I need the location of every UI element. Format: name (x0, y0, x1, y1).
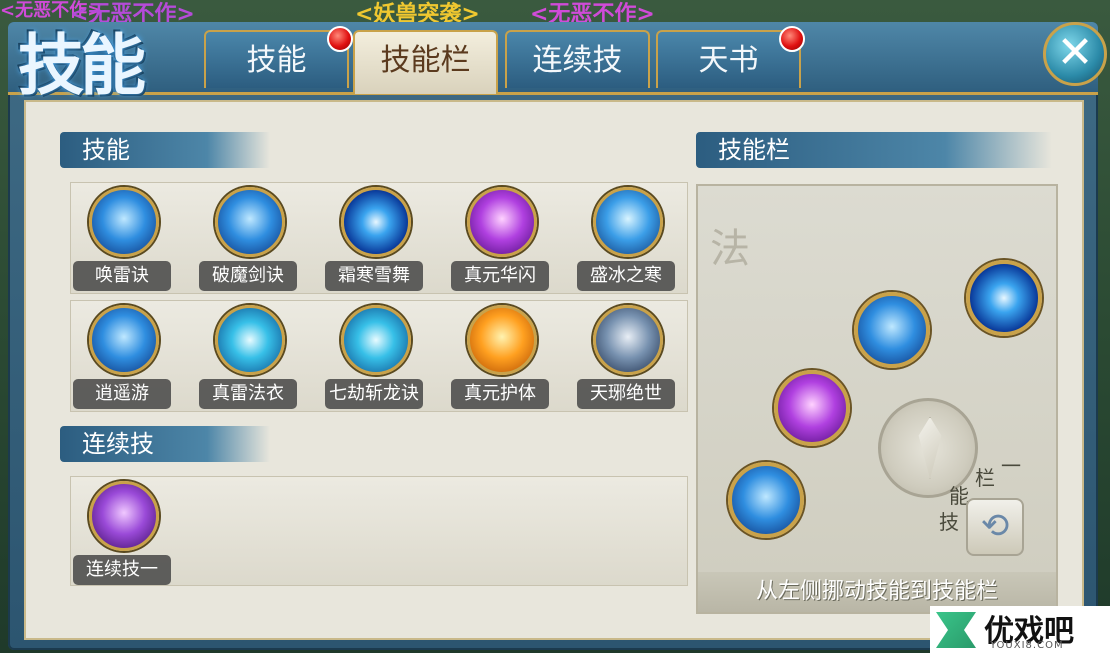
skill-bar-slot[interactable] (728, 462, 804, 538)
combo-crystal-orb-icon (89, 481, 159, 551)
skill-label: 连续技一 (73, 555, 171, 585)
sword-strike-orb-icon (341, 305, 411, 375)
sword-wind-orb-icon (215, 187, 285, 257)
skill-label: 七劫斩龙诀 (325, 379, 423, 409)
skill-label: 真元华闪 (451, 261, 549, 291)
skill-bar-slot[interactable] (854, 292, 930, 368)
skill-label: 盛冰之寒 (577, 261, 675, 291)
purple-burst-orb-icon (467, 187, 537, 257)
combo-row: 连续技一 (70, 476, 688, 586)
skill-item[interactable]: 破魔剑诀 (199, 183, 309, 295)
watermark-subtitle: YOUXI8.COM (990, 640, 1064, 651)
skill-bar-panel: 法 技 能 栏 一 ⟲ 从左侧挪动技能到技能栏 (696, 184, 1058, 614)
close-button[interactable]: ✕ (1043, 22, 1107, 86)
skill-window: 技能 技能 技能栏 连续技 天书 ✕ 技能 唤雷诀 破魔剑诀 霜寒雪舞 真元华闪… (8, 22, 1107, 650)
skill-label: 逍遥游 (73, 379, 171, 409)
tab-combo[interactable]: 连续技 (505, 30, 650, 88)
skill-item[interactable]: 逍遥游 (73, 301, 183, 413)
tab-label: 技能 (246, 43, 307, 78)
tab-label: 连续技 (532, 43, 623, 78)
skill-row-2: 逍遥游 真雷法衣 七劫斩龙诀 真元护体 天琊绝世 (70, 300, 688, 412)
switch-bar-button[interactable]: ⟲ (966, 498, 1024, 556)
thunder-shield-orb-icon (215, 305, 285, 375)
content-panel: 技能 唤雷诀 破魔剑诀 霜寒雪舞 真元华闪 盛冰之寒 逍遥游 真雷法衣 七劫斩龙… (24, 100, 1084, 640)
watermark-logo-icon (936, 612, 976, 648)
skill-item[interactable]: 真元华闪 (451, 183, 561, 295)
tab-skills[interactable]: 技能 (204, 26, 353, 88)
ice-crystal-orb-icon (593, 187, 663, 257)
skill-item[interactable]: 七劫斩龙诀 (325, 301, 435, 413)
switch-label-char: 栏 (975, 466, 995, 490)
skill-bar-slot[interactable] (966, 260, 1042, 336)
refresh-icon: ⟲ (980, 506, 1010, 546)
site-watermark: 优戏吧 YOUXI8.COM (930, 606, 1110, 653)
skill-label: 天琊绝世 (577, 379, 675, 409)
skill-label: 真雷法衣 (199, 379, 297, 409)
window-title: 技能 (18, 26, 146, 104)
tab-label: 技能栏 (380, 43, 471, 78)
notification-dot-icon (327, 26, 353, 52)
skill-label: 霜寒雪舞 (325, 261, 423, 291)
sword-icon (918, 417, 942, 479)
skill-label: 真元护体 (451, 379, 549, 409)
skill-item[interactable]: 真雷法衣 (199, 301, 309, 413)
skill-item[interactable]: 真元护体 (451, 301, 561, 413)
window-header: 技能 技能 技能栏 连续技 天书 ✕ (8, 22, 1107, 104)
combo-item[interactable]: 连续技一 (73, 477, 183, 589)
tab-skill-bar[interactable]: 技能栏 (353, 30, 498, 94)
combo-section-header: 连续技 (60, 426, 270, 462)
skill-item[interactable]: 天琊绝世 (577, 301, 687, 413)
switch-label-char: 一 (1001, 454, 1021, 478)
close-icon: ✕ (1056, 27, 1094, 78)
skill-label: 唤雷诀 (73, 261, 171, 291)
calligraphy-decoration: 法 (710, 226, 750, 272)
tab-label: 天书 (698, 43, 759, 78)
skill-bar-section-header: 技能栏 (696, 132, 1052, 168)
skill-item[interactable]: 霜寒雪舞 (325, 183, 435, 295)
wind-orb-icon (89, 305, 159, 375)
skills-section-header: 技能 (60, 132, 270, 168)
skill-bar-slot[interactable] (774, 370, 850, 446)
fire-shield-orb-icon (467, 305, 537, 375)
notification-dot-icon (779, 26, 805, 52)
skill-label: 破魔剑诀 (199, 261, 297, 291)
lightning-orb-icon (89, 187, 159, 257)
switch-label-char: 技 (939, 510, 959, 534)
skill-item[interactable]: 唤雷诀 (73, 183, 183, 295)
skill-row-1: 唤雷诀 破魔剑诀 霜寒雪舞 真元华闪 盛冰之寒 (70, 182, 688, 294)
swirl-orb-icon (341, 187, 411, 257)
tab-heavenly-book[interactable]: 天书 (656, 26, 805, 88)
skill-item[interactable]: 盛冰之寒 (577, 183, 687, 295)
taiji-orb-icon (593, 305, 663, 375)
